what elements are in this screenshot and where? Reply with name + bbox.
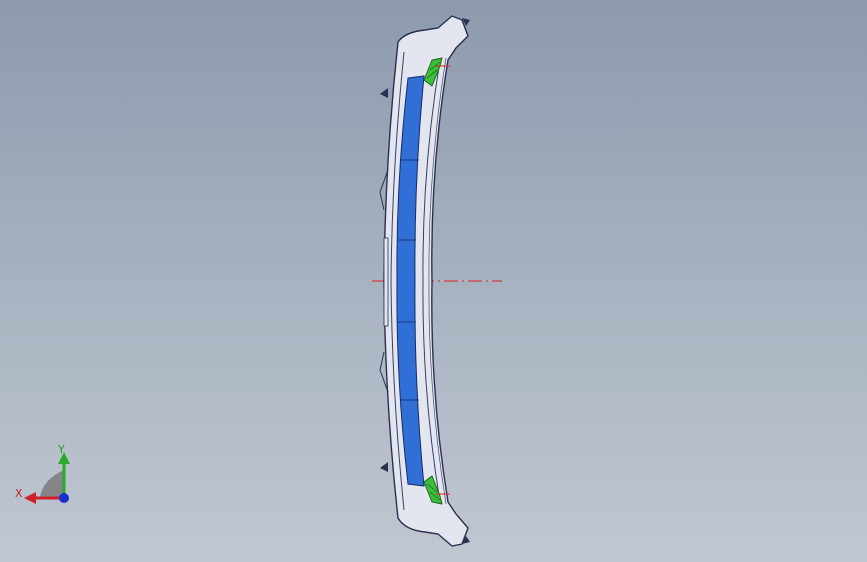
triad-x-label: X [15, 487, 23, 500]
triad-plane [40, 470, 64, 498]
model-view[interactable] [0, 0, 867, 562]
mount-pin-top [380, 88, 388, 98]
side-rib [383, 237, 389, 327]
triad-y-label: Y [58, 443, 65, 456]
orientation-triad: X Y [10, 440, 80, 510]
triad-z-axis [59, 493, 69, 503]
graphics-viewport[interactable]: X Y [0, 0, 867, 562]
mount-pin-bottom [380, 462, 388, 472]
triad-x-arrow [24, 492, 36, 504]
